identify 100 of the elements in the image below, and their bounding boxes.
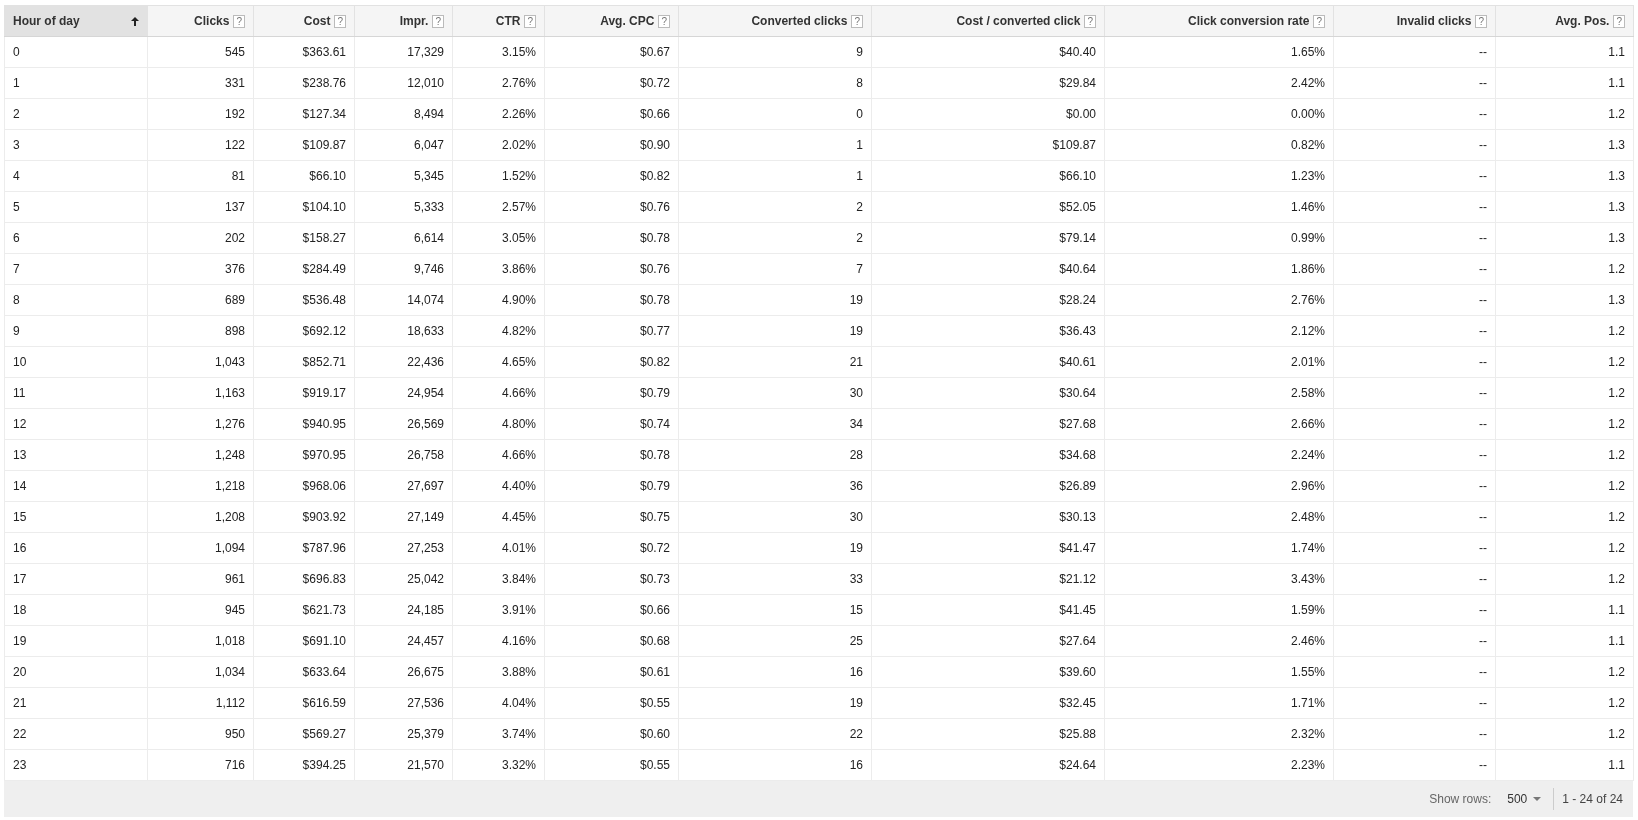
table-cell: $696.83 <box>253 563 355 595</box>
column-header[interactable]: Converted clicks ? <box>678 5 872 37</box>
table-cell: $39.60 <box>871 656 1105 688</box>
table-cell: 4.82% <box>452 315 545 347</box>
table-cell: 2.58% <box>1104 377 1334 409</box>
table-cell: 1.86% <box>1104 253 1334 285</box>
column-header[interactable]: Cost ? <box>253 5 355 37</box>
table-cell: 4.66% <box>452 377 545 409</box>
table-cell: $536.48 <box>253 284 355 316</box>
table-cell: 1.65% <box>1104 36 1334 68</box>
column-label: CTR <box>495 14 521 28</box>
table-cell: 1.2 <box>1495 656 1634 688</box>
table-cell: 1.2 <box>1495 377 1634 409</box>
table-cell: 202 <box>147 222 254 254</box>
help-icon[interactable]: ? <box>658 14 670 28</box>
table-cell: 1.1 <box>1495 36 1634 68</box>
help-icon[interactable]: ? <box>233 14 245 28</box>
table-cell: 0.99% <box>1104 222 1334 254</box>
table-cell: 1.2 <box>1495 687 1634 719</box>
table-cell: 15 <box>4 501 148 533</box>
table-cell: 19 <box>678 532 872 564</box>
table-cell: 36 <box>678 470 872 502</box>
show-rows-label: Show rows: <box>1429 792 1492 806</box>
table-cell: $0.73 <box>544 563 679 595</box>
table-cell: $0.77 <box>544 315 679 347</box>
table-cell: 1.46% <box>1104 191 1334 223</box>
column-header[interactable]: CTR ? <box>452 5 545 37</box>
table-cell: 3.05% <box>452 222 545 254</box>
table-cell: 1.2 <box>1495 98 1634 130</box>
help-icon[interactable]: ? <box>432 14 444 28</box>
column-label: Invalid clicks <box>1396 14 1472 28</box>
table-cell: 4.40% <box>452 470 545 502</box>
table-cell: 5,345 <box>354 160 453 192</box>
column-header[interactable]: Invalid clicks ? <box>1333 5 1496 37</box>
rows-per-page-dropdown[interactable]: 500 <box>1503 790 1546 808</box>
table-cell: $0.55 <box>544 687 679 719</box>
table-cell: 0 <box>4 36 148 68</box>
table-cell: 1.55% <box>1104 656 1334 688</box>
table-cell: $0.66 <box>544 594 679 626</box>
table-cell: $0.72 <box>544 532 679 564</box>
table-cell: $787.96 <box>253 532 355 564</box>
table-cell: 28 <box>678 439 872 471</box>
table-cell: 3.84% <box>452 563 545 595</box>
table-cell: 3.91% <box>452 594 545 626</box>
table-cell: 19 <box>678 284 872 316</box>
table-cell: 0.00% <box>1104 98 1334 130</box>
table-cell: $0.78 <box>544 222 679 254</box>
help-icon[interactable]: ? <box>1613 14 1625 28</box>
help-icon[interactable]: ? <box>524 14 536 28</box>
help-icon[interactable]: ? <box>1313 14 1325 28</box>
table-cell: 192 <box>147 98 254 130</box>
table-cell: 27,536 <box>354 687 453 719</box>
table-cell: -- <box>1333 284 1496 316</box>
table-cell: $0.74 <box>544 408 679 440</box>
table-cell: -- <box>1333 377 1496 409</box>
table-cell: $940.95 <box>253 408 355 440</box>
table-cell: 25 <box>678 625 872 657</box>
table-cell: -- <box>1333 346 1496 378</box>
table-cell: 25,379 <box>354 718 453 750</box>
table-cell: $29.84 <box>871 67 1105 99</box>
column-header[interactable]: Clicks ? <box>147 5 254 37</box>
column-header[interactable]: Cost / converted click ? <box>871 5 1105 37</box>
column-header[interactable]: Click conversion rate ? <box>1104 5 1334 37</box>
table-cell: $363.61 <box>253 36 355 68</box>
table-cell: 11 <box>4 377 148 409</box>
table-cell: 12,010 <box>354 67 453 99</box>
table-cell: -- <box>1333 687 1496 719</box>
column-header[interactable]: Avg. Pos. ? <box>1495 5 1634 37</box>
help-icon[interactable]: ? <box>1084 14 1096 28</box>
table-cell: -- <box>1333 470 1496 502</box>
column-header[interactable]: Avg. CPC ? <box>544 5 679 37</box>
table-cell: $28.24 <box>871 284 1105 316</box>
help-icon[interactable]: ? <box>334 14 346 28</box>
table-cell: -- <box>1333 67 1496 99</box>
help-icon[interactable]: ? <box>851 14 863 28</box>
table-cell: 2.96% <box>1104 470 1334 502</box>
table-cell: 22 <box>4 718 148 750</box>
table-cell: 3.88% <box>452 656 545 688</box>
table-cell: $0.67 <box>544 36 679 68</box>
table-cell: $40.64 <box>871 253 1105 285</box>
table-cell: $41.47 <box>871 532 1105 564</box>
table-cell: 9 <box>4 315 148 347</box>
table-cell: 2 <box>678 191 872 223</box>
table-cell: 1.2 <box>1495 532 1634 564</box>
table-cell: 3.74% <box>452 718 545 750</box>
table-cell: 2.48% <box>1104 501 1334 533</box>
table-cell: $284.49 <box>253 253 355 285</box>
column-header[interactable]: Hour of day <box>4 5 148 37</box>
column-header[interactable]: Impr. ? <box>354 5 453 37</box>
table-cell: 945 <box>147 594 254 626</box>
table-cell: $24.64 <box>871 749 1105 781</box>
table-cell: 25,042 <box>354 563 453 595</box>
table-cell: 2 <box>4 98 148 130</box>
help-icon[interactable]: ? <box>1475 14 1487 28</box>
table-cell: 4.01% <box>452 532 545 564</box>
table-cell: 26,758 <box>354 439 453 471</box>
column-label: Cost / converted click <box>956 14 1081 28</box>
table-cell: $26.89 <box>871 470 1105 502</box>
table-cell: $30.64 <box>871 377 1105 409</box>
table-cell: 18 <box>4 594 148 626</box>
